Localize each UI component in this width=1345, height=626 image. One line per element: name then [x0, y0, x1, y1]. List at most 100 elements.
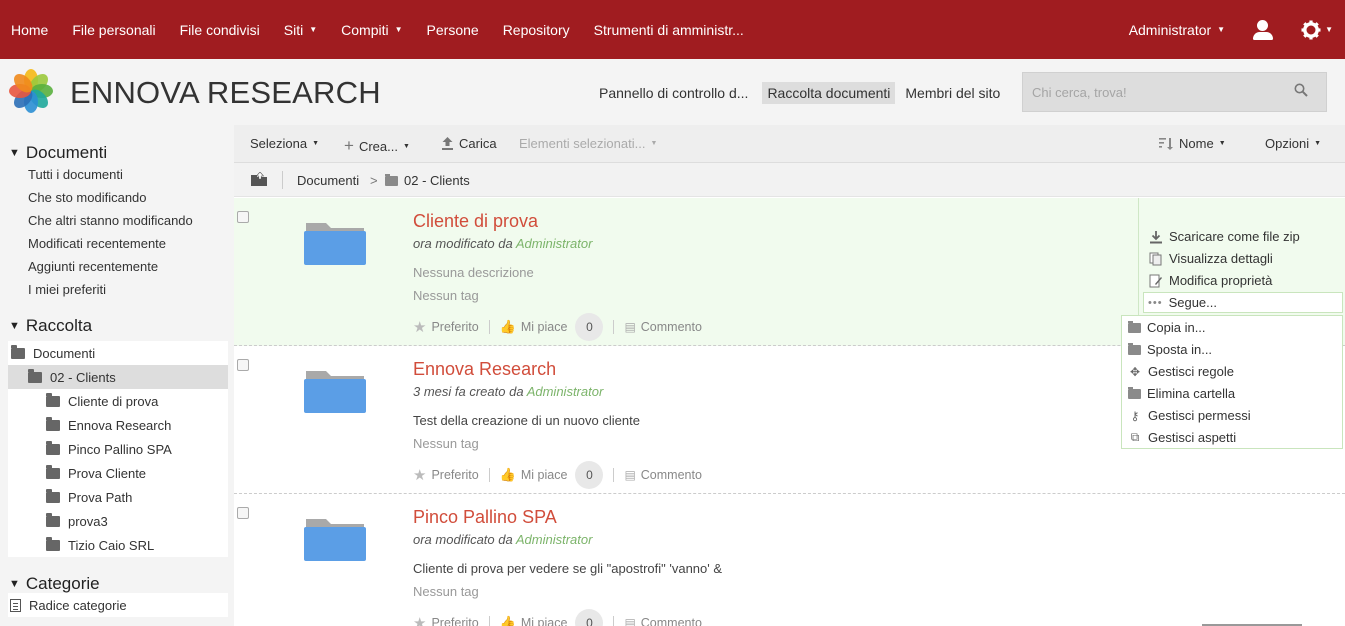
select-menu-button[interactable]: Seleziona ▼ — [250, 136, 319, 151]
action-view-details[interactable]: Visualizza dettagli — [1149, 251, 1273, 266]
menu-move-to-label: Sposta in... — [1147, 342, 1213, 357]
filter-all-documents[interactable]: Tutti i documenti — [28, 167, 123, 182]
document-description: Test della creazione di un nuovo cliente — [413, 413, 640, 428]
document-meta-user[interactable]: Administrator — [527, 384, 604, 399]
create-menu-button[interactable]: + Crea... ▼ — [344, 136, 410, 156]
tree-node-documenti[interactable]: Documenti — [8, 341, 228, 365]
tree-node-prova3[interactable]: prova3 — [8, 509, 228, 533]
site-nav-document-library[interactable]: Raccolta documenti — [762, 82, 896, 104]
tree-node-label: Ennova Research — [68, 417, 172, 433]
comment-button[interactable]: ▤ Commento — [624, 320, 701, 334]
nav-compiti[interactable]: Compiti ▼ — [329, 22, 414, 38]
menu-manage-aspects[interactable]: ⧉ Gestisci aspetti — [1128, 430, 1236, 445]
search-box — [1022, 72, 1327, 112]
favorite-button[interactable]: ★ Preferito — [413, 466, 479, 484]
menu-manage-rules-label: Gestisci regole — [1148, 364, 1234, 379]
menu-move-to[interactable]: Sposta in... — [1128, 342, 1212, 357]
tree-node-prova-cliente[interactable]: Prova Cliente — [8, 461, 228, 485]
tree-node-02-clients[interactable]: 02 - Clients — [8, 365, 228, 389]
category-root-node[interactable]: Radice categorie — [8, 593, 228, 617]
user-menu[interactable]: Administrator ▼ — [1129, 22, 1225, 38]
search-input[interactable] — [1023, 73, 1283, 111]
menu-manage-permissions[interactable]: ⚷ Gestisci permessi — [1128, 408, 1251, 423]
nav-home[interactable]: Home — [0, 22, 60, 38]
filter-favourites[interactable]: I miei preferiti — [28, 282, 106, 297]
tree-node-tizio-caio[interactable]: Tizio Caio SRL — [8, 533, 228, 557]
nav-file-personali[interactable]: File personali — [60, 22, 167, 38]
search-icon[interactable] — [1294, 83, 1308, 97]
selected-items-label: Elementi selezionati... — [519, 136, 646, 151]
settings-menu[interactable]: ▼ — [1301, 20, 1333, 40]
tree-node-label: Prova Path — [68, 489, 133, 505]
folder-icon — [46, 488, 60, 503]
site-logo-icon — [9, 69, 53, 113]
nav-repository[interactable]: Repository — [491, 22, 582, 38]
folder-icon — [46, 464, 60, 479]
tree-node-prova-path[interactable]: Prova Path — [8, 485, 228, 509]
like-button[interactable]: 👍 Mi piace — [500, 319, 568, 335]
options-menu-button[interactable]: Opzioni ▼ — [1265, 136, 1321, 151]
filter-editing-me[interactable]: Che sto modificando — [28, 190, 147, 205]
library-section-header[interactable]: ▼ Raccolta — [9, 316, 92, 336]
tree-node-pinco-pallino[interactable]: Pinco Pallino SPA — [8, 437, 228, 461]
category-root-label: Radice categorie — [29, 597, 127, 613]
favorite-button[interactable]: ★ Preferito — [413, 614, 479, 626]
favorite-button[interactable]: ★ Preferito — [413, 318, 479, 336]
action-download-zip[interactable]: Scaricare come file zip — [1149, 229, 1300, 244]
folder-icon[interactable] — [304, 219, 366, 265]
documents-section-header[interactable]: ▼ Documenti — [9, 143, 107, 163]
tree-node-cliente-di-prova[interactable]: Cliente di prova — [8, 389, 228, 413]
social-actions: ★ Preferito 👍 Mi piace 0 ▤ Commento — [413, 313, 702, 341]
row-checkbox[interactable] — [237, 359, 249, 371]
comment-button[interactable]: ▤ Commento — [624, 616, 701, 626]
folder-icon[interactable] — [304, 515, 366, 561]
caret-down-icon: ▼ — [1218, 140, 1226, 147]
site-nav-dashboard[interactable]: Pannello di controllo d... — [594, 82, 753, 104]
tree-node-label: Tizio Caio SRL — [68, 537, 155, 553]
nav-siti[interactable]: Siti ▼ — [272, 22, 329, 38]
folder-up-icon[interactable] — [251, 172, 267, 186]
nav-siti-label: Siti — [283, 21, 304, 38]
site-nav-members[interactable]: Membri del sito — [900, 82, 1005, 104]
document-meta-user[interactable]: Administrator — [516, 236, 593, 251]
row-checkbox[interactable] — [237, 507, 249, 519]
comment-button[interactable]: ▤ Commento — [624, 468, 701, 482]
folder-icon — [385, 173, 398, 186]
menu-manage-rules[interactable]: ✥ Gestisci regole — [1128, 364, 1234, 379]
categories-section-header[interactable]: ▼ Categorie — [9, 574, 100, 594]
folder-icon[interactable] — [304, 367, 366, 413]
star-icon: ★ — [413, 615, 427, 626]
nav-strumenti-admin[interactable]: Strumenti di amministr... — [582, 22, 756, 38]
nav-file-condivisi[interactable]: File condivisi — [168, 22, 272, 38]
document-title[interactable]: Pinco Pallino SPA — [413, 507, 557, 528]
divider — [488, 320, 490, 334]
collapse-triangle-icon: ▼ — [9, 578, 20, 590]
caret-down-icon: ▼ — [1217, 25, 1226, 34]
document-meta-user[interactable]: Administrator — [516, 532, 593, 547]
menu-delete-folder[interactable]: Elimina cartella — [1128, 386, 1235, 401]
row-checkbox[interactable] — [237, 211, 249, 223]
filter-recently-added[interactable]: Aggiunti recentemente — [28, 259, 158, 274]
tree-node-ennova-research[interactable]: Ennova Research — [8, 413, 228, 437]
breadcrumb-root[interactable]: Documenti — [297, 173, 359, 188]
document-title[interactable]: Cliente di prova — [413, 211, 538, 232]
sort-menu-button[interactable]: Nome ▼ — [1159, 136, 1226, 151]
folder-icon — [46, 512, 60, 527]
user-profile-icon[interactable] — [1251, 18, 1275, 42]
document-row[interactable]: Pinco Pallino SPA ora modificato da Admi… — [234, 494, 1345, 626]
upload-button[interactable]: Carica — [441, 136, 497, 151]
like-button[interactable]: 👍 Mi piace — [500, 467, 568, 483]
nav-repository-label: Repository — [502, 21, 570, 38]
nav-persone[interactable]: Persone — [415, 22, 491, 38]
document-title[interactable]: Ennova Research — [413, 359, 556, 380]
selected-items-menu[interactable]: Elementi selezionati... ▼ — [519, 136, 657, 151]
action-edit-properties[interactable]: Modifica proprietà — [1149, 273, 1272, 288]
filter-recently-modified[interactable]: Modificati recentemente — [28, 236, 166, 251]
tree-node-label: prova3 — [68, 513, 108, 529]
menu-copy-to[interactable]: Copia in... — [1128, 320, 1206, 335]
filter-editing-others[interactable]: Che altri stanno modificando — [28, 213, 193, 228]
menu-manage-permissions-label: Gestisci permessi — [1148, 408, 1251, 423]
more-actions-button[interactable]: ••• Segue... — [1143, 292, 1343, 313]
like-button[interactable]: 👍 Mi piace — [500, 615, 568, 626]
user-name: Administrator — [1128, 21, 1212, 38]
